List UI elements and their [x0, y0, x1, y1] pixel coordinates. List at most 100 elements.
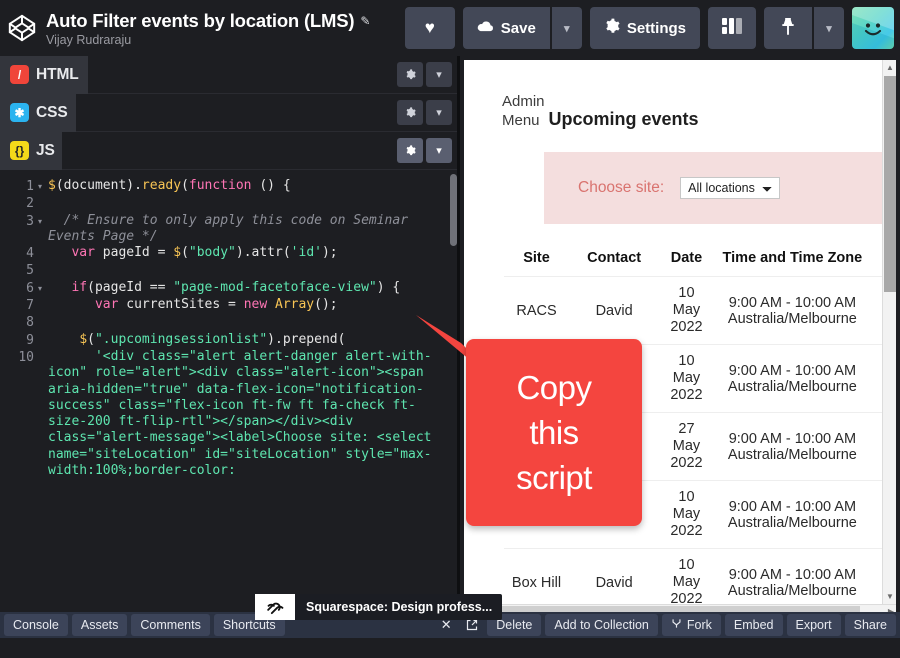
add-to-collection-button[interactable]: Add to Collection [545, 614, 658, 636]
pen-author[interactable]: Vijay Rudraraju [46, 33, 370, 47]
html-settings-icon[interactable] [397, 62, 423, 87]
js-settings-icon[interactable] [397, 138, 423, 163]
time-range: 9:00 AM - 10:00 AM [720, 499, 865, 515]
ad-banner[interactable]: Squarespace: Design profess... [255, 594, 502, 620]
choose-site-alert: Choose site: All locations [544, 152, 896, 224]
js-collapse-icon[interactable]: ▾ [426, 138, 452, 163]
save-dropdown-button[interactable]: ▾ [552, 7, 582, 49]
avatar-face-icon [852, 7, 894, 49]
code-text[interactable]: '<div class="alert alert-danger alert-wi… [46, 349, 446, 479]
settings-button[interactable]: Settings [590, 7, 700, 49]
scroll-up-arrow-icon[interactable]: ▲ [883, 60, 896, 75]
comments-button[interactable]: Comments [131, 614, 209, 636]
preview-header: Admin Menu Upcoming events [464, 60, 884, 130]
code-vertical-scrollbar[interactable] [450, 174, 457, 246]
css-box-actions: ▾ [397, 100, 452, 125]
code-line[interactable]: 1▾$(document).ready(function () { [0, 178, 446, 195]
heart-icon: ♥ [425, 18, 435, 38]
line-number: 3 [0, 213, 34, 230]
fold-toggle-icon[interactable]: ▾ [34, 213, 46, 230]
code-token: ( [181, 178, 189, 193]
pin-dropdown-button[interactable]: ▾ [814, 7, 844, 49]
pin-button[interactable] [764, 7, 812, 49]
export-button[interactable]: Export [787, 614, 841, 636]
code-token: ); [322, 245, 338, 260]
save-button[interactable]: Save [463, 7, 550, 49]
time-range: 9:00 AM - 10:00 AM [720, 567, 865, 583]
breadcrumb-menu[interactable]: Menu [502, 111, 545, 130]
code-text[interactable]: $(document).ready(function () { [46, 178, 446, 194]
fork-button[interactable]: Fork [662, 614, 721, 636]
love-button[interactable]: ♥ [405, 7, 455, 49]
date-part: May [665, 506, 708, 523]
embed-button[interactable]: Embed [725, 614, 783, 636]
code-token: new [244, 297, 267, 312]
breadcrumb-admin[interactable]: Admin [502, 92, 545, 111]
console-button[interactable]: Console [4, 614, 68, 636]
code-text[interactable]: if(pageId == "page-mod-facetoface-view")… [46, 280, 446, 296]
date-part: May [665, 370, 708, 387]
html5-icon: / [10, 65, 29, 84]
preview-vertical-scrollbar[interactable] [884, 76, 896, 292]
code-line[interactable]: 2 [0, 195, 446, 212]
fold-toggle-icon[interactable]: ▾ [34, 280, 46, 297]
code-line[interactable]: 7 var currentSites = new Array(); [0, 297, 446, 314]
code-line[interactable]: 10 '<div class="alert alert-danger alert… [0, 349, 446, 479]
codepen-logo-icon[interactable] [0, 0, 44, 56]
code-token: $ [173, 245, 181, 260]
code-token: currentSites = [118, 297, 243, 312]
shortcuts-button-label: Shortcuts [223, 618, 276, 632]
site-location-select[interactable]: All locations [680, 177, 780, 199]
change-view-button[interactable] [708, 7, 756, 49]
code-line[interactable]: 8 [0, 314, 446, 331]
time-zone: Australia/Melbourne [720, 311, 865, 327]
code-token: 'id' [291, 245, 322, 260]
line-number: 2 [0, 195, 34, 212]
code-line[interactable]: 6▾ if(pageId == "page-mod-facetoface-vie… [0, 280, 446, 297]
code-text[interactable]: $(".upcomingsessionlist").prepend( [46, 332, 446, 348]
assets-button[interactable]: Assets [72, 614, 128, 636]
date-part: 27 [665, 421, 708, 438]
scroll-down-arrow-icon[interactable]: ▼ [883, 589, 896, 604]
callout-annotation: Copy this script [466, 339, 642, 526]
line-number: 10 [0, 349, 34, 366]
col-date[interactable]: Date [659, 250, 714, 277]
css-settings-icon[interactable] [397, 100, 423, 125]
code-text[interactable]: var currentSites = new Array(); [46, 297, 446, 313]
date-part: 10 [665, 557, 708, 574]
code-line[interactable]: 4 var pageId = $("body").attr('id'); [0, 245, 446, 262]
fold-toggle-icon[interactable]: ▾ [34, 178, 46, 195]
chevron-down-icon: ▾ [564, 22, 570, 35]
html-collapse-icon[interactable]: ▾ [426, 62, 452, 87]
code-line[interactable]: 9 $(".upcomingsessionlist").prepend( [0, 332, 446, 349]
css-collapse-icon[interactable]: ▾ [426, 100, 452, 125]
pen-info: Auto Filter events by location (LMS) ✎ V… [44, 10, 370, 47]
preview-scrollbar-track[interactable]: ▲ ▼ [882, 60, 896, 618]
code-lines[interactable]: 1▾$(document).ready(function () {23▾ /* … [0, 170, 460, 658]
pin-group: ▾ [764, 7, 844, 49]
tab-css[interactable]: ✱ CSS [0, 94, 76, 132]
line-number: 4 [0, 245, 34, 262]
date-part: 2022 [665, 523, 708, 540]
pencil-icon[interactable]: ✎ [360, 14, 370, 28]
col-time[interactable]: Time and Time Zone [714, 250, 871, 277]
code-line[interactable]: 3▾ /* Ensure to only apply this code on … [0, 213, 446, 246]
fork-icon [671, 618, 682, 632]
code-token [48, 280, 71, 295]
code-token: Array [275, 297, 314, 312]
js-code-editor[interactable]: 1▾$(document).ready(function () {23▾ /* … [0, 170, 460, 658]
code-text[interactable]: var pageId = $("body").attr('id'); [46, 245, 446, 261]
share-button[interactable]: Share [845, 614, 896, 636]
tab-js[interactable]: {} JS [0, 132, 62, 170]
code-token: ). [267, 332, 283, 347]
code-token: prepend [283, 332, 338, 347]
tab-html[interactable]: / HTML [0, 56, 88, 94]
callout-line-2: this [516, 410, 592, 455]
col-contact[interactable]: Contact [569, 250, 659, 277]
code-text[interactable]: /* Ensure to only apply this code on Sem… [46, 213, 446, 246]
code-line[interactable]: 5 [0, 262, 446, 279]
page-title: Auto Filter events by location (LMS) [46, 10, 354, 32]
avatar[interactable] [852, 7, 894, 49]
col-site[interactable]: Site [504, 250, 569, 277]
code-token [48, 245, 71, 260]
